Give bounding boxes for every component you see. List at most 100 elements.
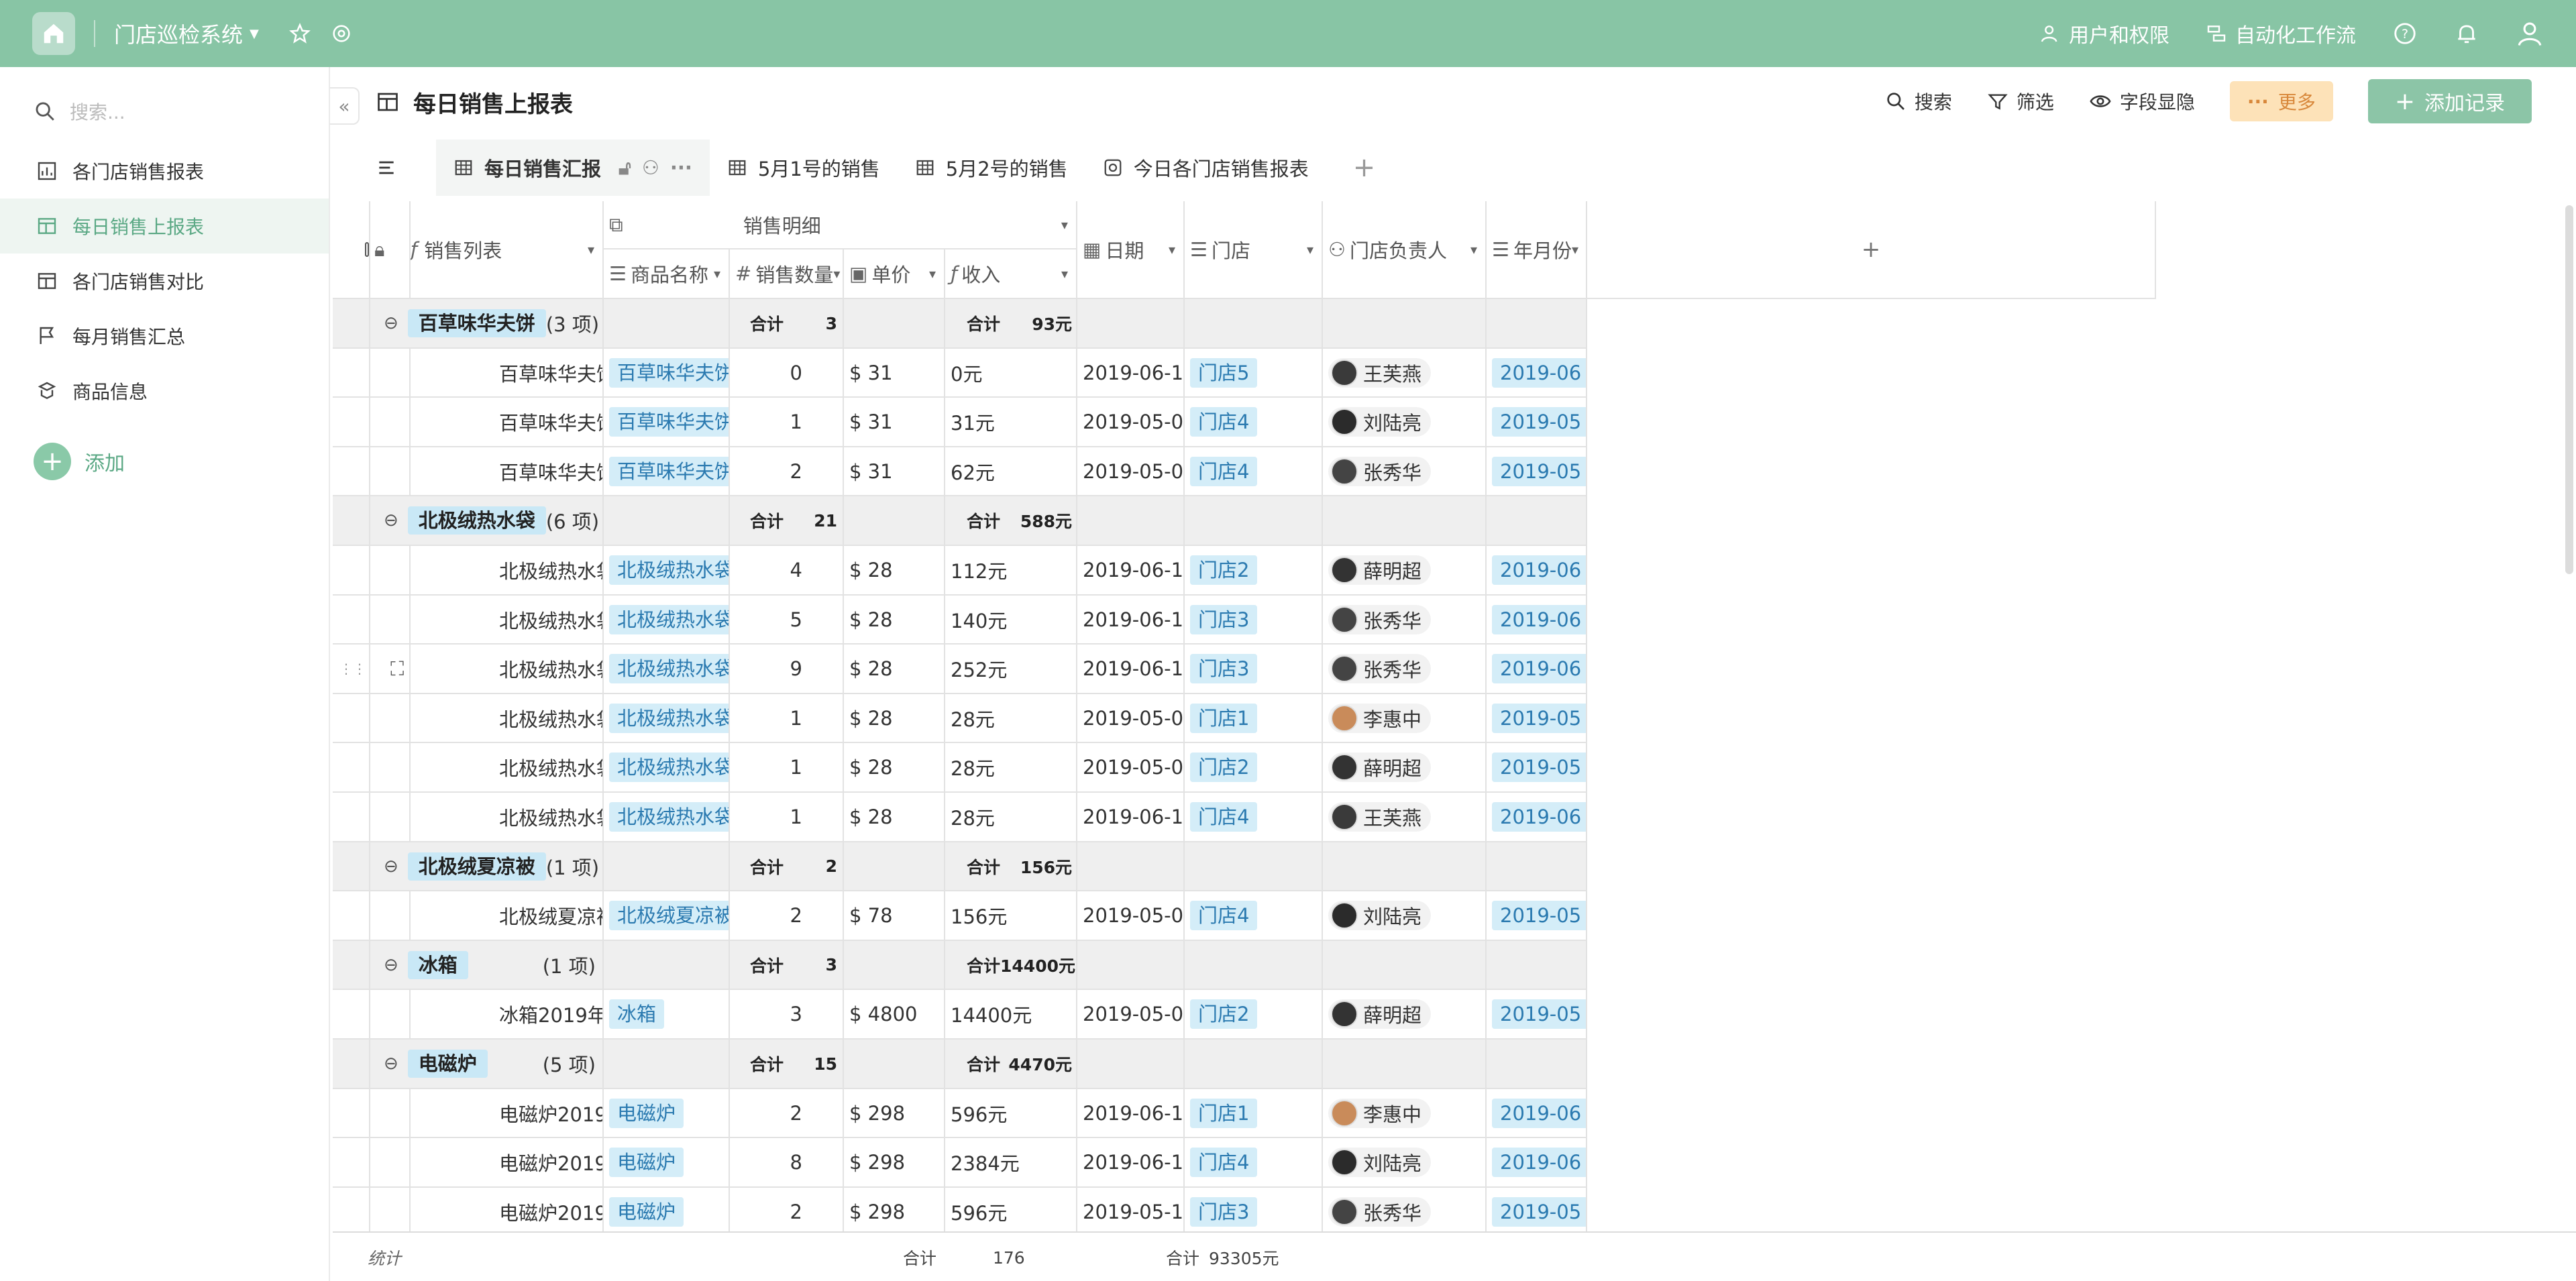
cell-product[interactable]: 北极绒热水袋 (604, 596, 730, 645)
cell-qty[interactable]: 2 (730, 447, 844, 496)
column-store[interactable]: ☰ 门店 ▾ (1185, 201, 1323, 299)
cell-title[interactable]: 北极绒热水袋2019年6月... (411, 645, 604, 694)
cell-manager[interactable]: 刘陆亮 (1323, 1138, 1487, 1188)
cell-date[interactable]: 2019-06-13 20:00 (1077, 793, 1185, 842)
cell-price[interactable]: $ 28 (844, 743, 945, 793)
column-date[interactable]: ▦ 日期 ▾ (1077, 201, 1185, 299)
cell-qty[interactable]: 1 (730, 398, 844, 447)
lock-icon[interactable]: 🔓︎ (619, 156, 631, 180)
cell-title[interactable]: 电磁炉2019年5月门店3 (411, 1188, 604, 1237)
cell-title[interactable]: 北极绒热水袋2019年5月... (411, 694, 604, 743)
cell-title[interactable]: 北极绒热水袋2019年6月... (411, 546, 604, 596)
collapse-group-icon[interactable]: ⊖ (384, 510, 398, 531)
cell-qty[interactable]: 1 (730, 743, 844, 793)
cell-price[interactable]: $ 31 (844, 398, 945, 447)
tab-2[interactable]: 5月2号的销售 (898, 140, 1085, 196)
add-record-button[interactable]: + 添加记录 (2367, 79, 2532, 123)
cell-date[interactable]: 2019-06-18 10:30 (1077, 1138, 1185, 1188)
group-header[interactable]: ⊖ 北极绒夏凉被 (1 项) (370, 842, 604, 891)
cell-store[interactable]: 门店5 (1185, 349, 1323, 398)
tab-3[interactable]: 今日各门店销售报表 (1085, 140, 1326, 196)
cell-revenue[interactable]: 0元 (945, 349, 1077, 398)
cell-title[interactable]: 百草味华夫饼2019年6月... (411, 349, 604, 398)
profile-icon[interactable] (2516, 19, 2544, 48)
cell-month[interactable]: 2019-05 (1487, 398, 1587, 447)
drag-handle-icon[interactable]: ⋮⋮ (339, 661, 366, 677)
cell-title[interactable]: 北极绒热水袋2019年6月... (411, 596, 604, 645)
column-price[interactable]: ▣ 单价 ▾ (844, 249, 945, 299)
cell-store[interactable]: 门店1 (1185, 694, 1323, 743)
cell-month[interactable]: 2019-06 (1487, 349, 1587, 398)
cell-title[interactable]: 北极绒夏凉被2019年5月... (411, 891, 604, 941)
cell-title[interactable]: 百草味华夫饼2019年5月... (411, 447, 604, 496)
cell-product[interactable]: 百草味华夫饼 (604, 398, 730, 447)
bell-icon[interactable] (2454, 21, 2479, 46)
group-header[interactable]: ⊖ 百草味华夫饼 (3 项) (370, 299, 604, 349)
cell-date[interactable]: 2019-06-18 12:30 (1077, 645, 1185, 694)
cell-price[interactable]: $ 28 (844, 546, 945, 596)
cell-product[interactable]: 百草味华夫饼 (604, 447, 730, 496)
row-handle[interactable]: ⋮⋮▾ (333, 645, 370, 694)
cell-store[interactable]: 门店2 (1185, 990, 1323, 1040)
cell-qty[interactable]: 5 (730, 596, 844, 645)
cell-revenue[interactable]: 140元 (945, 596, 1077, 645)
tab-0[interactable]: 每日销售汇报 🔓︎ ⚇ ··· (436, 140, 710, 196)
cell-revenue[interactable]: 252元 (945, 645, 1077, 694)
cell-revenue[interactable]: 156元 (945, 891, 1077, 941)
cell-manager[interactable]: 张秀华 (1323, 645, 1487, 694)
cell-title[interactable]: 百草味华夫饼2019年5月... (411, 398, 604, 447)
cell-price[interactable]: $ 28 (844, 645, 945, 694)
cell-manager[interactable]: 张秀华 (1323, 1188, 1487, 1237)
help-icon[interactable]: ? (2392, 21, 2418, 46)
column-manager[interactable]: ⚇ 门店负责人 ▾ (1323, 201, 1487, 299)
select-all-checkbox[interactable] (333, 201, 370, 299)
cell-revenue[interactable]: 2384元 (945, 1138, 1077, 1188)
cell-revenue[interactable]: 31元 (945, 398, 1077, 447)
cell-month[interactable]: 2019-06 (1487, 1138, 1587, 1188)
cell-title[interactable]: 电磁炉2019年6月门店1 (411, 1089, 604, 1138)
cell-store[interactable]: 门店3 (1185, 596, 1323, 645)
cell-revenue[interactable]: 112元 (945, 546, 1077, 596)
cell-store[interactable]: 门店4 (1185, 1138, 1323, 1188)
add-view-button[interactable]: + (1353, 152, 1376, 183)
sidebar-add-button[interactable]: + 添加 (0, 435, 329, 488)
column-qty[interactable]: # 销售数量 ▾ (730, 249, 844, 299)
cell-qty[interactable]: 1 (730, 793, 844, 842)
cell-month[interactable]: 2019-06 (1487, 596, 1587, 645)
cell-price[interactable]: $ 28 (844, 596, 945, 645)
cell-title[interactable]: 电磁炉2019年6月门店4 (411, 1138, 604, 1188)
cell-price[interactable]: $ 31 (844, 349, 945, 398)
cell-price[interactable]: $ 78 (844, 891, 945, 941)
cell-store[interactable]: 门店1 (1185, 1089, 1323, 1138)
cell-date[interactable]: 2019-06-12 15:00 (1077, 349, 1185, 398)
column-group-sales-detail[interactable]: ⧉ 销售明细 ▾ (604, 201, 1077, 249)
sidebar-item-4[interactable]: 商品信息 (0, 364, 329, 419)
cell-month[interactable]: 2019-05 (1487, 1188, 1587, 1237)
cell-product[interactable]: 百草味华夫饼 (604, 349, 730, 398)
cell-manager[interactable]: 李惠中 (1323, 694, 1487, 743)
cell-month[interactable]: 2019-05 (1487, 891, 1587, 941)
automation-button[interactable]: 自动化工作流 (2206, 19, 2356, 48)
tab-more-icon[interactable]: ··· (670, 156, 692, 179)
cell-month[interactable]: 2019-05 (1487, 990, 1587, 1040)
cell-store[interactable]: 门店4 (1185, 447, 1323, 496)
field-visibility-button[interactable]: 字段显隐 (2089, 88, 2195, 115)
cell-qty[interactable]: 3 (730, 990, 844, 1040)
cell-product[interactable]: 北极绒热水袋 (604, 743, 730, 793)
star-icon[interactable] (288, 22, 311, 45)
cell-month[interactable]: 2019-06 (1487, 546, 1587, 596)
cell-date[interactable]: 2019-05-15 14:00 (1077, 1188, 1185, 1237)
column-sales-list[interactable]: ƒ 销售列表 ▾ (411, 201, 604, 299)
cell-month[interactable]: 2019-06 (1487, 793, 1587, 842)
cell-revenue[interactable]: 62元 (945, 447, 1077, 496)
column-revenue[interactable]: ƒ 收入 ▾ (945, 249, 1077, 299)
cell-product[interactable]: 北极绒热水袋 (604, 645, 730, 694)
sidebar-item-3[interactable]: 每月销售汇总 (0, 309, 329, 364)
sidebar-item-0[interactable]: 各门店销售报表 (0, 144, 329, 199)
filter-button[interactable]: 筛选 (1987, 88, 2054, 115)
cell-revenue[interactable]: 596元 (945, 1188, 1077, 1237)
cell-product[interactable]: 北极绒热水袋 (604, 546, 730, 596)
group-header[interactable]: ⊖ 北极绒热水袋 (6 项) (370, 496, 604, 546)
cell-qty[interactable]: 0 (730, 349, 844, 398)
cell-date[interactable]: 2019-06-12 11:30 (1077, 546, 1185, 596)
